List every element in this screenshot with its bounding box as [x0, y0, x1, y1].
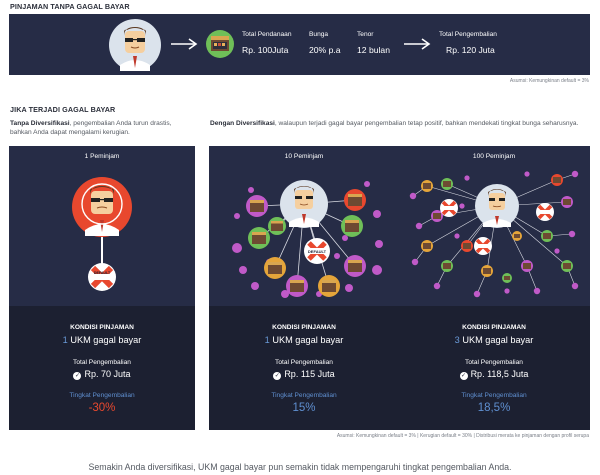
section2-title: JIKA TERJADI GAGAL BAYAR [10, 105, 116, 114]
return-total-line: ✓ Rp. 70 Juta [9, 369, 195, 380]
condition-title: KONDISI PINJAMAN [272, 324, 336, 331]
left-lead: Tanpa Diversifikasi, pengembalian Anda t… [10, 119, 190, 137]
tenor-label: Tenor [357, 31, 374, 38]
return-rate-label: Tingkat Pengembalian [461, 392, 527, 399]
return-rate-value: 15% [292, 402, 316, 414]
panel-label: 100 Peminjam [472, 153, 516, 160]
shop-icon [206, 30, 234, 58]
return-label: Total Pengembalian [439, 31, 497, 38]
return-value: Rp. 120 Juta [446, 45, 495, 55]
default-tag: DEFAULT [93, 271, 111, 275]
arrow-right-icon [171, 38, 198, 50]
investor-face-icon [109, 19, 161, 71]
return-rate-value: 18,5% [477, 402, 511, 414]
panel-1-result: KONDISI PINJAMAN 1 UKM gagal bayar Total… [9, 306, 195, 430]
return-rate-label: Tingkat Pengembalian [271, 392, 337, 399]
panel-1-borrower: 1 Peminjam DEFAULT KONDISI PINJAMAN 1 UK… [9, 146, 195, 430]
section1-title: PINJAMAN TANPA GAGAL BAYAR [10, 2, 130, 11]
panel-diversified: 10 Peminjam 100 Peminjam DEFAULT KONDISI… [209, 146, 590, 430]
default-x-icon [536, 203, 554, 221]
interest-label: Bunga [309, 31, 329, 38]
assumption-note: Asumsi: Kemungkinan default = 3% [509, 78, 589, 84]
return-total-label: Total Pengembalian [73, 359, 131, 366]
return-total-value: Rp. 118,5 Juta [470, 369, 529, 379]
funding-label: Total Pendanaan [242, 31, 292, 38]
bottom-note: Semakin Anda diversifikasi, UKM gagal ba… [88, 462, 512, 472]
ten-loan-network: DEFAULT [232, 180, 383, 298]
hundred-loan-network [409, 170, 579, 298]
return-total-label: Total Pengembalian [465, 359, 523, 366]
diversification-footnote: Asumsi: Kemungkinan default = 3% | Kerug… [336, 433, 589, 439]
default-x-icon [88, 263, 116, 291]
panel-3-result: KONDISI PINJAMAN 3 UKM gagal bayar Total… [399, 306, 589, 430]
panel-label: 1 Peminjam [84, 153, 120, 160]
right-lead-text: , walaupun terjadi gagal bayar pengembal… [274, 120, 579, 127]
default-x-icon [474, 237, 492, 255]
condition-text: UKM gagal bayar [269, 335, 344, 345]
condition-line: 1 UKM gagal bayar [9, 335, 195, 345]
panel-2-result: KONDISI PINJAMAN 1 UKM gagal bayar Total… [209, 306, 399, 430]
check-circle-icon: ✓ [459, 372, 468, 380]
no-default-banner: Total Pendanaan Rp. 100Juta Bunga 20% p.… [9, 14, 590, 75]
infographic: PINJAMAN TANPA GAGAL BAYAR Total Pendana… [0, 0, 600, 475]
return-rate-label: Tingkat Pengembalian [69, 392, 135, 399]
check-circle-icon: ✓ [273, 372, 282, 380]
return-total-line: ✓ Rp. 118,5 Juta [399, 369, 589, 380]
right-lead: Dengan Diversifikasi, walaupun terjadi g… [210, 119, 590, 128]
condition-text: UKM gagal bayar [67, 335, 142, 345]
condition-text: UKM gagal bayar [459, 335, 534, 345]
return-total-value: Rp. 70 Juta [84, 369, 131, 379]
return-total-value: Rp. 115 Juta [284, 369, 335, 379]
return-total-label: Total Pengembalian [275, 359, 333, 366]
default-x-icon [440, 199, 458, 217]
funding-value: Rp. 100Juta [242, 45, 289, 55]
right-lead-bold: Dengan Diversifikasi [210, 120, 275, 127]
condition-line: 3 UKM gagal bayar [399, 335, 589, 345]
arrow-right-icon [404, 38, 431, 50]
condition-title: KONDISI PINJAMAN [462, 324, 526, 331]
check-circle-icon: ✓ [73, 372, 82, 380]
panel-diversified-results: KONDISI PINJAMAN 1 UKM gagal bayar Total… [209, 306, 590, 430]
interest-value: 20% p.a [309, 45, 341, 55]
condition-title: KONDISI PINJAMAN [70, 324, 134, 331]
condition-line: 1 UKM gagal bayar [209, 335, 399, 345]
panel-label: 10 Peminjam [284, 153, 324, 160]
left-lead-bold: Tanpa Diversifikasi [10, 120, 70, 127]
return-rate-value: -30% [88, 402, 116, 414]
return-total-line: ✓ Rp. 115 Juta [209, 369, 399, 380]
tenor-value: 12 bulan [357, 45, 390, 55]
default-tag: DEFAULT [308, 249, 327, 254]
